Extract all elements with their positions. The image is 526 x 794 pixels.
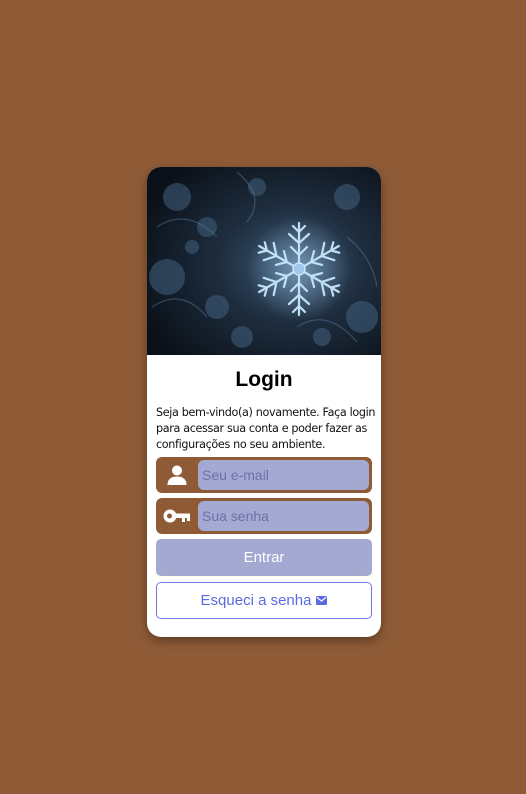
- email-field: [156, 457, 372, 493]
- submit-button[interactable]: Entrar: [156, 539, 372, 576]
- forgot-password-button[interactable]: Esqueci a senha: [156, 582, 372, 619]
- password-input[interactable]: [198, 501, 369, 531]
- email-input[interactable]: [198, 460, 369, 490]
- snowflake-hero-image: [147, 167, 381, 355]
- user-icon: [156, 457, 198, 493]
- key-icon: [156, 498, 198, 534]
- forgot-password-label: Esqueci a senha: [200, 592, 312, 609]
- password-field: [156, 498, 372, 534]
- login-card: Login Seja bem-vindo(a) novamente. Faça …: [147, 167, 381, 637]
- envelope-icon: [316, 596, 328, 605]
- welcome-description: Seja bem-vindo(a) novamente. Faça login …: [156, 406, 376, 451]
- page-title: Login: [235, 368, 293, 391]
